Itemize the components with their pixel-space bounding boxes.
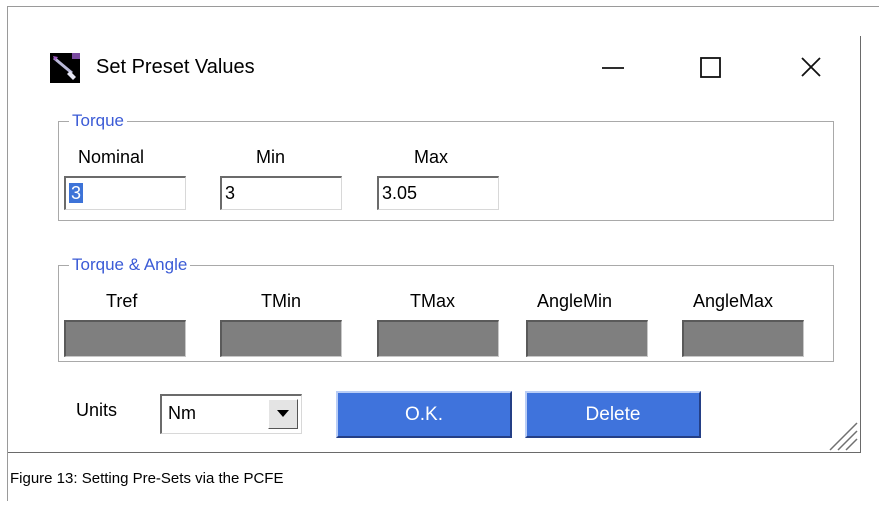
units-label: Units — [76, 400, 118, 420]
tref-input — [64, 320, 186, 357]
close-button[interactable] — [788, 48, 834, 86]
tmax-input — [377, 320, 499, 357]
nominal-input[interactable]: 3 — [64, 176, 186, 210]
figure-number: Figure 13: — [10, 470, 78, 487]
dropdown-arrow-button[interactable] — [268, 399, 298, 429]
maximize-icon — [700, 57, 721, 78]
anglemin-label: AngleMin — [537, 291, 613, 311]
resize-grip-icon[interactable] — [826, 419, 858, 451]
figure-frame-left — [7, 6, 8, 501]
delete-button[interactable]: Delete — [525, 391, 701, 438]
minimize-icon — [602, 67, 624, 69]
tmin-label: TMin — [261, 291, 301, 311]
ok-button[interactable]: O.K. — [336, 391, 512, 438]
max-label: Max — [414, 147, 449, 167]
min-input[interactable]: 3 — [220, 176, 342, 210]
nominal-input-value: 3 — [69, 183, 84, 203]
min-input-value: 3 — [225, 183, 236, 203]
close-icon — [801, 57, 821, 77]
nominal-label: Nominal — [78, 147, 145, 167]
wrench-app-icon — [50, 53, 80, 83]
tref-label: Tref — [106, 291, 138, 311]
window-border-bottom — [8, 452, 861, 453]
window-border-right — [860, 36, 861, 452]
anglemax-label: AngleMax — [693, 291, 774, 311]
maximize-button[interactable] — [688, 48, 734, 86]
window-title: Set Preset Values — [96, 56, 255, 78]
anglemin-input — [526, 320, 648, 357]
min-label: Min — [256, 147, 286, 167]
anglemax-input — [682, 320, 804, 357]
units-select[interactable]: Nm — [160, 394, 302, 434]
torque-angle-group-legend: Torque & Angle — [69, 254, 191, 276]
figure-caption-text: Setting Pre-Sets via the PCFE — [81, 470, 284, 487]
units-selected-value: Nm — [168, 403, 196, 423]
max-input[interactable]: 3.05 — [377, 176, 499, 210]
chevron-down-icon — [277, 410, 289, 417]
minimize-button[interactable] — [590, 48, 636, 86]
tmax-label: TMax — [410, 291, 455, 311]
torque-group-legend: Torque — [69, 110, 127, 132]
figure-frame-top — [7, 6, 879, 7]
max-input-value: 3.05 — [382, 183, 418, 203]
figure-caption: Figure 13: Setting Pre-Sets via the PCFE — [10, 470, 283, 487]
tmin-input — [220, 320, 342, 357]
